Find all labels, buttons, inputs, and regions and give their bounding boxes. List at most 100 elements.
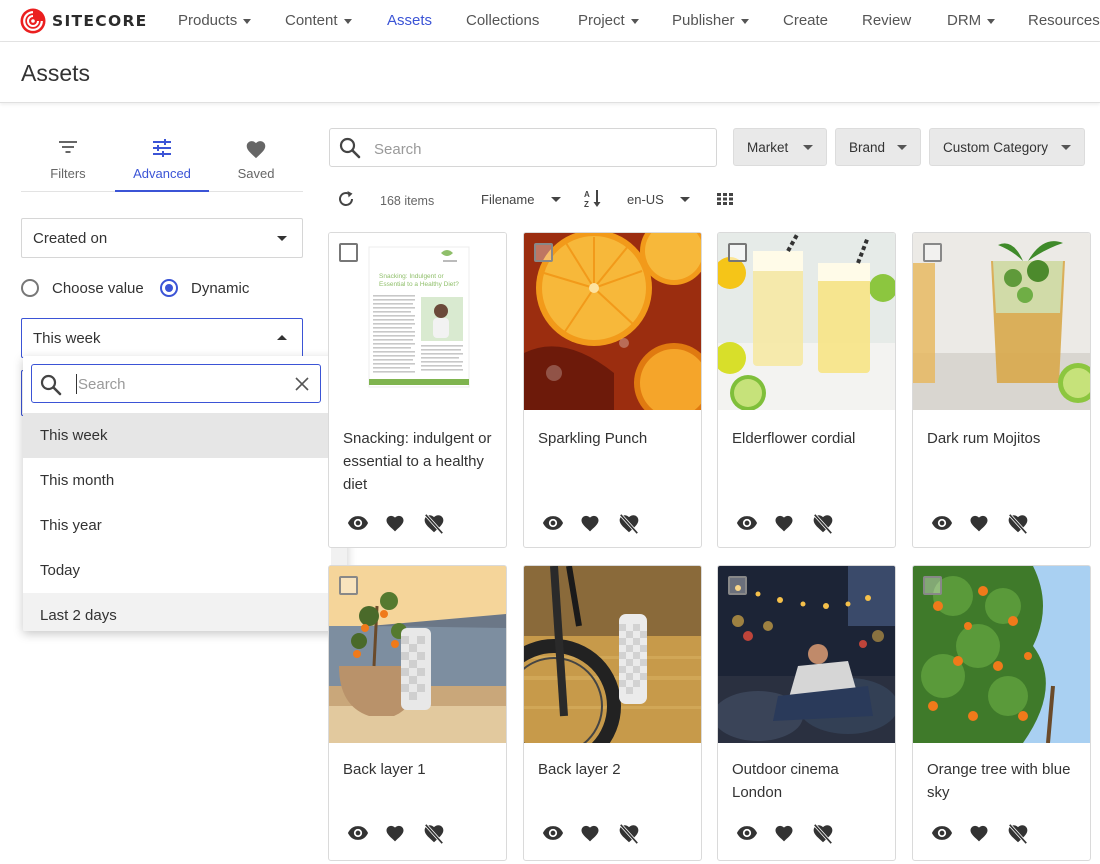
range-select[interactable]: This week	[21, 318, 303, 358]
dropdown-search-input[interactable]	[76, 374, 276, 394]
asset-title[interactable]: Outdoor cinema London	[732, 758, 884, 804]
refresh-icon[interactable]	[337, 190, 355, 208]
asset-card[interactable]: Snacking: Indulgent or Essential to a He…	[328, 232, 507, 548]
unlike-icon[interactable]	[1007, 823, 1029, 845]
asset-thumbnail[interactable]	[718, 233, 895, 410]
radio-dynamic[interactable]: Dynamic	[160, 279, 249, 297]
asset-card[interactable]: Back layer 2	[523, 565, 702, 861]
asset-thumbnail[interactable]	[913, 233, 1090, 410]
select-checkbox[interactable]	[339, 576, 358, 595]
tab-filters-label: Filters	[50, 166, 86, 181]
svg-text:A: A	[584, 190, 590, 199]
sitecore-logo[interactable]: SITECORE	[20, 7, 148, 35]
chevron-down-icon[interactable]	[680, 197, 690, 202]
option-this-year[interactable]: This year	[23, 503, 331, 548]
eye-icon[interactable]	[542, 823, 564, 843]
unlike-icon[interactable]	[423, 513, 445, 535]
grid-view-icon[interactable]	[717, 193, 733, 205]
unlike-icon[interactable]	[423, 823, 445, 845]
asset-thumbnail[interactable]	[913, 566, 1090, 743]
radio-button-checked[interactable]	[160, 279, 178, 297]
eye-icon[interactable]	[931, 513, 953, 533]
asset-title[interactable]: Orange tree with blue sky	[927, 758, 1079, 804]
asset-card[interactable]: Elderflower cordial	[717, 232, 896, 548]
chevron-down-icon[interactable]	[551, 197, 561, 202]
asset-title[interactable]: Sparkling Punch	[538, 427, 690, 450]
range-dropdown-menu: This week This month This year Today Las…	[23, 356, 347, 631]
market-filter-button[interactable]: Market	[733, 128, 827, 166]
option-last-2-days[interactable]: Last 2 days	[23, 593, 331, 631]
eye-icon[interactable]	[347, 823, 369, 843]
eye-icon[interactable]	[736, 823, 758, 843]
nav-create[interactable]: Create	[783, 12, 828, 29]
unlike-icon[interactable]	[812, 823, 834, 845]
asset-title[interactable]: Snacking: indulgent or essential to a he…	[343, 427, 495, 496]
asset-title[interactable]: Back layer 2	[538, 758, 690, 781]
asset-search-input[interactable]	[374, 139, 674, 159]
eye-icon[interactable]	[736, 513, 758, 533]
select-checkbox[interactable]	[923, 243, 942, 262]
unlike-icon[interactable]	[618, 513, 640, 535]
heart-icon[interactable]	[580, 513, 602, 533]
heart-icon[interactable]	[774, 513, 796, 533]
nav-publisher[interactable]: Publisher	[672, 12, 749, 29]
radio-button[interactable]	[21, 279, 39, 297]
asset-title[interactable]: Dark rum Mojitos	[927, 427, 1079, 450]
eye-icon[interactable]	[931, 823, 953, 843]
heart-icon[interactable]	[385, 823, 407, 843]
asset-card[interactable]: Dark rum Mojitos	[912, 232, 1091, 548]
nav-resources[interactable]: Resources	[1028, 12, 1100, 29]
asset-card[interactable]: Back layer 1	[328, 565, 507, 861]
option-today[interactable]: Today	[23, 548, 331, 593]
eye-icon[interactable]	[347, 513, 369, 533]
heart-icon[interactable]	[774, 823, 796, 843]
heart-icon[interactable]	[969, 513, 991, 533]
nav-drm[interactable]: DRM	[947, 12, 996, 29]
asset-title[interactable]: Elderflower cordial	[732, 427, 884, 450]
radio-choose-value[interactable]: Choose value	[21, 279, 144, 297]
field-select[interactable]: Created on	[21, 218, 303, 258]
tab-filters[interactable]: Filters	[21, 130, 115, 191]
unlike-icon[interactable]	[618, 823, 640, 845]
nav-products[interactable]: Products	[178, 12, 252, 29]
nav-collections[interactable]: Collections	[466, 12, 539, 29]
brand-filter-button[interactable]: Brand	[835, 128, 921, 166]
nav-content[interactable]: Content	[285, 12, 352, 29]
tab-advanced[interactable]: Advanced	[115, 130, 209, 192]
sort-field-select[interactable]: Filename	[481, 192, 534, 207]
select-checkbox[interactable]	[923, 576, 942, 595]
option-this-week[interactable]: This week	[23, 413, 331, 458]
select-checkbox[interactable]	[339, 243, 358, 262]
sort-direction-icon[interactable]: A Z	[583, 189, 603, 209]
close-icon[interactable]	[294, 376, 310, 392]
heart-icon[interactable]	[580, 823, 602, 843]
asset-card[interactable]: Sparkling Punch	[523, 232, 702, 548]
custom-category-filter-button[interactable]: Custom Category	[929, 128, 1085, 166]
asset-thumbnail[interactable]	[718, 566, 895, 743]
search-icon	[40, 374, 62, 396]
heart-icon[interactable]	[385, 513, 407, 533]
nav-review[interactable]: Review	[862, 12, 911, 29]
nav-project[interactable]: Project	[578, 12, 639, 29]
option-this-month[interactable]: This month	[23, 458, 331, 503]
unlike-icon[interactable]	[1007, 513, 1029, 535]
asset-thumbnail[interactable]	[524, 566, 701, 743]
select-checkbox[interactable]	[534, 243, 553, 262]
eye-icon[interactable]	[542, 513, 564, 533]
asset-actions	[347, 823, 461, 845]
select-checkbox[interactable]	[728, 576, 747, 595]
heart-icon[interactable]	[969, 823, 991, 843]
asset-card[interactable]: Outdoor cinema London	[717, 565, 896, 861]
asset-title[interactable]: Back layer 1	[343, 758, 495, 781]
nav-assets[interactable]: Assets	[387, 12, 432, 29]
asset-thumbnail[interactable]: Snacking: Indulgent or Essential to a He…	[329, 233, 506, 410]
select-checkbox[interactable]	[728, 243, 747, 262]
chevron-down-icon	[1061, 145, 1071, 150]
asset-card[interactable]: Orange tree with blue sky	[912, 565, 1091, 861]
nav-project-label: Project	[578, 12, 625, 29]
asset-thumbnail[interactable]	[524, 233, 701, 410]
locale-select[interactable]: en-US	[627, 192, 664, 207]
asset-thumbnail[interactable]	[329, 566, 506, 743]
unlike-icon[interactable]	[812, 513, 834, 535]
tab-saved[interactable]: Saved	[209, 130, 303, 191]
